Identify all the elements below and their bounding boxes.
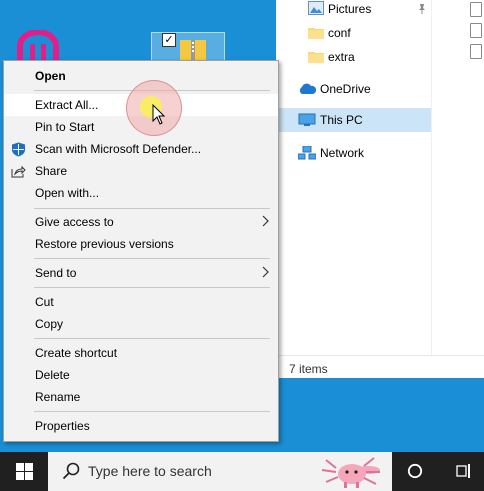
defender-shield-icon — [12, 142, 25, 157]
search-highlight-illustration — [321, 457, 380, 488]
chevron-right-icon — [262, 266, 269, 278]
nav-item-pictures[interactable]: Pictures — [276, 0, 431, 21]
menu-item-label: Cut — [35, 295, 54, 309]
item-count: 7 items — [289, 362, 328, 376]
nav-item-this-pc[interactable]: This PC — [276, 108, 431, 132]
nav-item-onedrive[interactable]: OneDrive — [276, 77, 431, 101]
menu-separator — [34, 258, 270, 259]
menu-item-give-access[interactable]: Give access to — [4, 211, 278, 233]
menu-item-rename[interactable]: Rename — [4, 386, 278, 408]
mouse-pointer-icon — [152, 104, 166, 125]
menu-item-delete[interactable]: Delete — [4, 364, 278, 386]
menu-item-label: Copy — [35, 317, 64, 331]
nav-item-extra[interactable]: extra — [276, 45, 431, 69]
nav-item-label: Pictures — [328, 2, 372, 16]
menu-item-label: Extract All... — [35, 98, 99, 112]
nav-item-label: extra — [328, 50, 355, 64]
menu-item-scan-defender[interactable]: Scan with Microsoft Defender... — [4, 138, 278, 160]
menu-item-label: Delete — [35, 368, 70, 382]
menu-item-send-to[interactable]: Send to — [4, 262, 278, 284]
nav-item-conf[interactable]: conf — [276, 21, 431, 45]
navigation-pane: Pictures conf extra OneDrive This PC Net… — [276, 0, 431, 355]
share-icon — [11, 165, 26, 178]
nav-item-label: This PC — [320, 113, 363, 127]
file-icon[interactable] — [470, 23, 482, 38]
this-pc-icon — [298, 113, 316, 126]
pane-divider — [431, 0, 432, 355]
pin-icon[interactable] — [417, 3, 427, 15]
onedrive-icon — [299, 83, 316, 94]
menu-item-label: Scan with Microsoft Defender... — [35, 142, 202, 156]
menu-item-label: Pin to Start — [35, 120, 95, 134]
menu-item-cut[interactable]: Cut — [4, 291, 278, 313]
nav-item-label: OneDrive — [320, 82, 371, 96]
nav-item-network[interactable]: Network — [276, 141, 431, 165]
chevron-right-icon — [262, 215, 269, 227]
menu-item-label: Give access to — [35, 215, 114, 229]
menu-item-label: Open — [35, 69, 66, 83]
menu-item-label: Open with... — [35, 186, 100, 200]
start-button[interactable] — [0, 452, 48, 491]
file-icon[interactable] — [470, 44, 482, 59]
search-placeholder: Type here to search — [88, 463, 212, 479]
menu-item-share[interactable]: Share — [4, 160, 278, 182]
nav-item-label: conf — [328, 26, 351, 40]
network-icon — [298, 146, 316, 160]
folder-icon — [308, 52, 324, 63]
pictures-icon — [308, 1, 324, 15]
menu-separator — [34, 338, 270, 339]
status-bar: 7 items — [276, 355, 484, 379]
task-view-icon[interactable] — [456, 463, 472, 479]
menu-item-open-with[interactable]: Open with... — [4, 182, 278, 204]
folder-icon — [308, 28, 324, 39]
menu-item-label: Properties — [35, 419, 90, 433]
file-explorer-window: Pictures conf extra OneDrive This PC Net… — [276, 0, 484, 378]
desktop: ✓ Pictures conf extra OneDrive This PC N… — [0, 0, 484, 452]
taskbar: Type here to search — [0, 452, 484, 491]
menu-item-label: Restore previous versions — [35, 237, 174, 251]
menu-item-label: Send to — [35, 266, 77, 280]
nav-item-label: Network — [320, 146, 365, 160]
menu-item-label: Create shortcut — [35, 346, 118, 360]
menu-item-label: Share — [35, 164, 68, 178]
menu-separator — [34, 287, 270, 288]
menu-separator — [34, 411, 270, 412]
menu-item-label: Rename — [35, 390, 81, 404]
file-icon[interactable] — [470, 2, 482, 17]
menu-item-properties[interactable]: Properties — [4, 415, 278, 437]
taskbar-search-box[interactable]: Type here to search — [48, 452, 392, 491]
menu-item-create-shortcut[interactable]: Create shortcut — [4, 342, 278, 364]
menu-item-restore-versions[interactable]: Restore previous versions — [4, 233, 278, 255]
checkbox-icon[interactable]: ✓ — [162, 33, 176, 47]
menu-separator — [34, 208, 270, 209]
cortana-icon[interactable] — [407, 463, 423, 479]
menu-item-copy[interactable]: Copy — [4, 313, 278, 335]
windows-logo-icon — [16, 463, 33, 480]
search-icon — [62, 462, 80, 480]
